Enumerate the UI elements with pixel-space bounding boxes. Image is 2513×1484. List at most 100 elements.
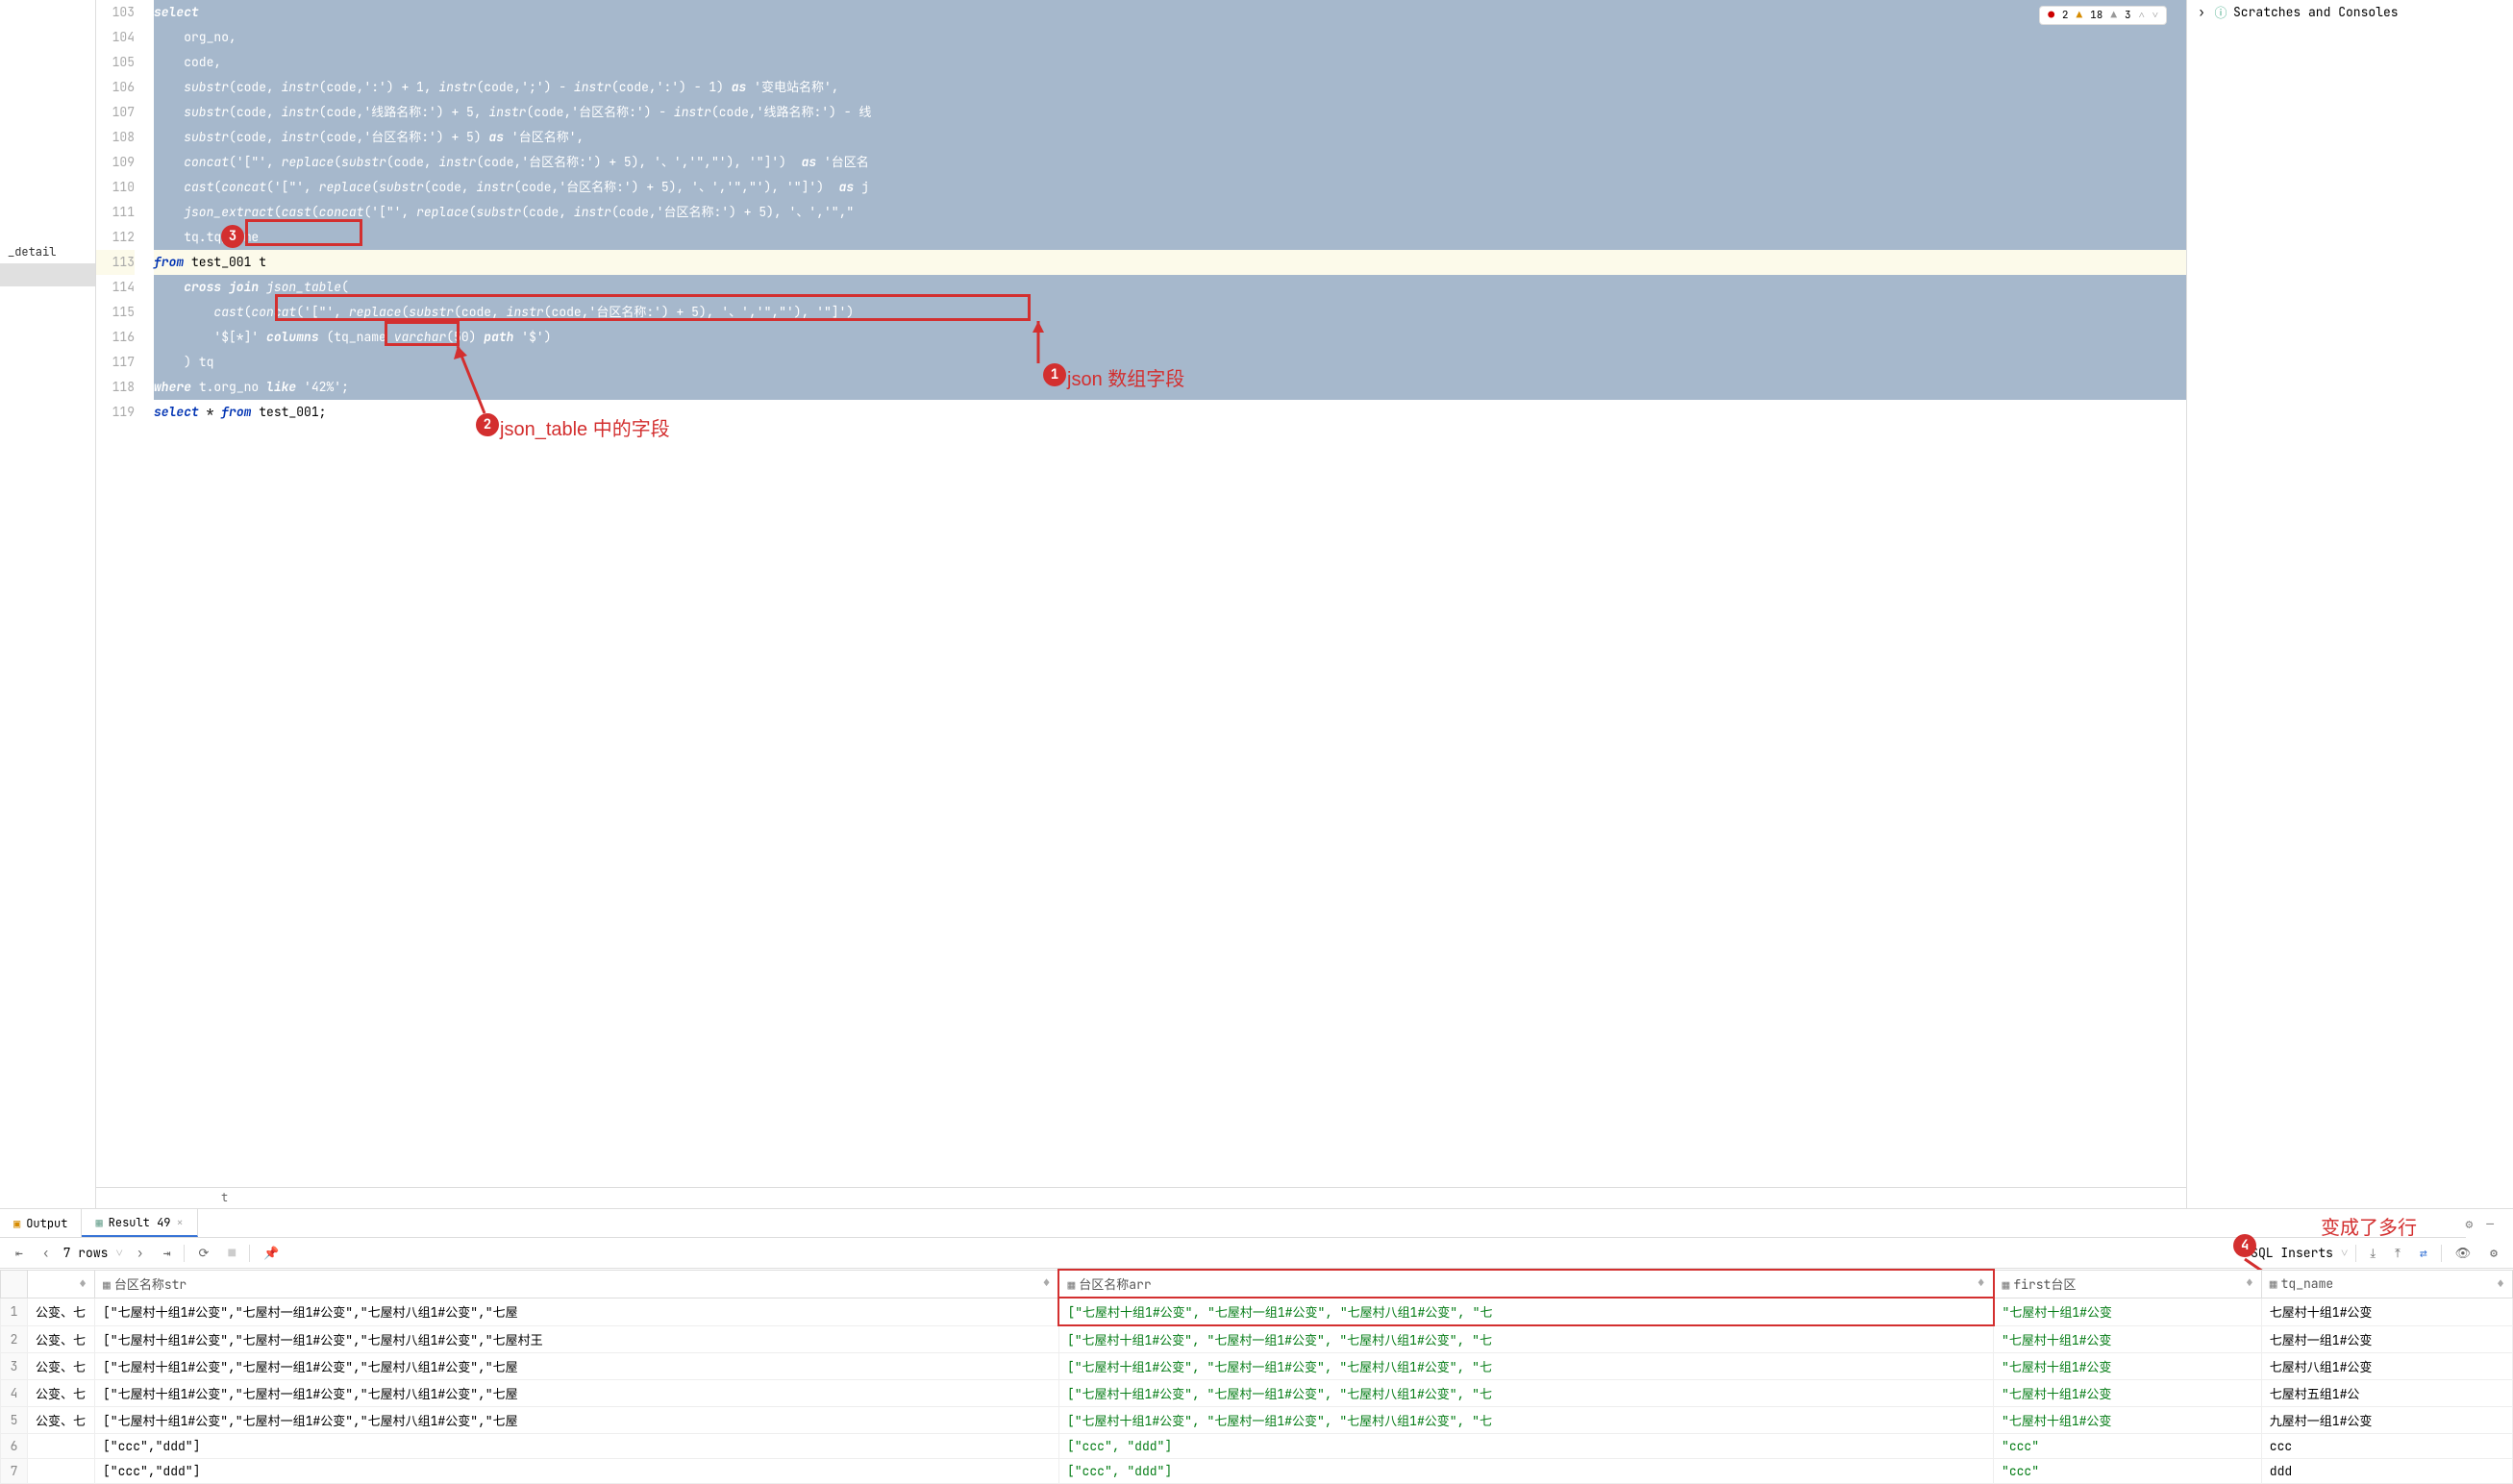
table-row[interactable]: 6["ccc","ddd"]["ccc", "ddd"]"ccc"ccc [1,1434,2513,1459]
code-line[interactable]: cast(concat('["', replace(substr(code, i… [154,175,2186,200]
cell[interactable]: "七屋村十组1#公变 [1994,1298,2262,1325]
code-line[interactable]: '$[*]' columns (tq_name varchar(50) path… [154,325,2186,350]
cell[interactable]: "七屋村十组1#公变 [1994,1325,2262,1353]
cell[interactable]: 九屋村一组1#公变 [2261,1407,2512,1434]
code-line[interactable]: substr(code, instr(code,':') + 1, instr(… [154,75,2186,100]
line-number[interactable]: 118 [96,375,135,400]
left-item-selected[interactable] [0,263,95,286]
pin-icon[interactable]: 📌 [258,1243,285,1263]
row-number[interactable]: 5 [1,1407,28,1434]
cell[interactable]: 七屋村五组1#公 [2261,1380,2512,1407]
column-header-str[interactable]: ▦台区名称str♦ [95,1270,1059,1298]
cell[interactable]: "七屋村十组1#公变 [1994,1380,2262,1407]
reload-icon[interactable]: ⟳ [192,1243,214,1263]
cell[interactable]: ["ccc","ddd"] [95,1434,1059,1459]
compare-icon[interactable]: ⇄ [2414,1243,2433,1263]
cell[interactable]: "七屋村十组1#公变 [1994,1407,2262,1434]
code-line[interactable]: select [154,0,2186,25]
line-number[interactable]: 110 [96,175,135,200]
export-icon[interactable]: ⤓ [2364,1243,2381,1263]
line-number[interactable]: 115 [96,300,135,325]
row-number[interactable]: 3 [1,1353,28,1380]
cell[interactable]: ["七屋村十组1#公变","七屋村一组1#公变","七屋村八组1#公变","七屋 [95,1380,1059,1407]
inspection-badge[interactable]: ●2 ▲18 ▲3 ˄ ˅ [2039,6,2167,25]
view-icon[interactable]: 👁 [2450,1243,2477,1263]
breadcrumb-bar[interactable]: t [96,1187,2186,1208]
cell[interactable]: "ccc" [1994,1459,2262,1484]
panel-settings-icon[interactable]: ⚙ [2466,1216,2474,1232]
line-number[interactable]: 112 [96,225,135,250]
dropdown-icon[interactable]: ˅ [115,1245,122,1261]
settings-icon[interactable]: ⚙ [2484,1243,2503,1263]
code-line[interactable]: substr(code, instr(code,'台区名称:') + 5) as… [154,125,2186,150]
column-header-arr[interactable]: ▦台区名称arr♦ [1058,1270,1993,1298]
code-line[interactable]: where t.org_no like '42%'; [154,375,2186,400]
cell[interactable]: ["ccc", "ddd"] [1058,1459,1993,1484]
output-tab[interactable]: ▣ Output [0,1209,82,1237]
next-page-icon[interactable]: › [131,1243,150,1263]
code-line[interactable]: org_no, [154,25,2186,50]
cell[interactable]: ["七屋村十组1#公变", "七屋村一组1#公变", "七屋村八组1#公变", … [1058,1407,1993,1434]
cell[interactable]: ["七屋村十组1#公变", "七屋村一组1#公变", "七屋村八组1#公变", … [1058,1353,1993,1380]
last-page-icon[interactable]: ⇥ [158,1243,177,1263]
cell[interactable]: ccc [2261,1434,2512,1459]
line-number[interactable]: 107 [96,100,135,125]
table-row[interactable]: 3公变、七["七屋村十组1#公变","七屋村一组1#公变","七屋村八组1#公变… [1,1353,2513,1380]
row-number[interactable]: 2 [1,1325,28,1353]
prev-page-icon[interactable]: ‹ [37,1243,56,1263]
result-tab[interactable]: ▦ Result 49 × [82,1209,197,1237]
row-number[interactable]: 1 [1,1298,28,1325]
table-row[interactable]: 2公变、七["七屋村十组1#公变","七屋村一组1#公变","七屋村八组1#公变… [1,1325,2513,1353]
table-row[interactable]: 4公变、七["七屋村十组1#公变","七屋村一组1#公变","七屋村八组1#公变… [1,1380,2513,1407]
table-row[interactable]: 7["ccc","ddd"]["ccc", "ddd"]"ccc"ddd [1,1459,2513,1484]
code-line[interactable]: ) tq [154,350,2186,375]
code-line[interactable]: json_extract(cast(concat('["', replace(s… [154,200,2186,225]
cell[interactable]: 七屋村一组1#公变 [2261,1325,2512,1353]
cell[interactable]: "七屋村十组1#公变 [1994,1353,2262,1380]
cell[interactable]: ["七屋村十组1#公变","七屋村一组1#公变","七屋村八组1#公变","七屋 [95,1298,1059,1325]
code-line[interactable]: cast(concat('["', replace(substr(code, i… [154,300,2186,325]
left-item-detail[interactable]: _detail [0,240,95,263]
row-number[interactable]: 7 [1,1459,28,1484]
cell[interactable]: ["七屋村十组1#公变","七屋村一组1#公变","七屋村八组1#公变","七屋… [95,1325,1059,1353]
cell[interactable]: ["七屋村十组1#公变","七屋村一组1#公变","七屋村八组1#公变","七屋 [95,1353,1059,1380]
code-editor[interactable]: 1031041051061071081091101111121131141151… [96,0,2186,1187]
prev-highlight[interactable]: ˄ [2139,9,2145,22]
line-number[interactable]: 106 [96,75,135,100]
line-number[interactable]: 114 [96,275,135,300]
cell[interactable]: ["七屋村十组1#公变","七屋村一组1#公变","七屋村八组1#公变","七屋 [95,1407,1059,1434]
line-number[interactable]: 117 [96,350,135,375]
line-number[interactable]: 119 [96,400,135,425]
line-number[interactable]: 111 [96,200,135,225]
panel-hide-icon[interactable]: — [2486,1216,2494,1232]
cell[interactable]: 公变、七 [28,1407,95,1434]
line-number[interactable]: 103 [96,0,135,25]
cell[interactable]: 七屋村十组1#公变 [2261,1298,2512,1325]
filler-column[interactable]: ♦ [28,1270,95,1298]
cell[interactable]: 七屋村八组1#公变 [2261,1353,2512,1380]
column-header-tqname[interactable]: ▦tq_name♦ [2261,1270,2512,1298]
cell[interactable] [28,1434,95,1459]
code-line[interactable]: tq.tq_name [154,225,2186,250]
close-tab-icon[interactable]: × [176,1215,183,1230]
extractor-label[interactable]: SQL Inserts [2251,1245,2333,1261]
line-number[interactable]: 108 [96,125,135,150]
code-line[interactable]: cross join json_table( [154,275,2186,300]
result-grid[interactable]: ♦ ▦台区名称str♦ ▦台区名称arr♦ ▦first台区♦ ▦tq_name… [0,1269,2513,1484]
stop-icon[interactable]: ■ [222,1243,241,1263]
cell[interactable]: ["七屋村十组1#公变", "七屋村一组1#公变", "七屋村八组1#公变", … [1058,1298,1993,1325]
cell[interactable]: ["七屋村十组1#公变", "七屋村一组1#公变", "七屋村八组1#公变", … [1058,1325,1993,1353]
line-number[interactable]: 113 [96,250,135,275]
rownum-header[interactable] [1,1270,28,1298]
code-line[interactable]: code, [154,50,2186,75]
cell[interactable] [28,1459,95,1484]
table-row[interactable]: 5公变、七["七屋村十组1#公变","七屋村一组1#公变","七屋村八组1#公变… [1,1407,2513,1434]
code-content[interactable]: select org_no, code, substr(code, instr(… [154,0,2186,1187]
line-number[interactable]: 104 [96,25,135,50]
import-icon[interactable]: ⤒ [2389,1243,2406,1263]
row-number[interactable]: 6 [1,1434,28,1459]
cell[interactable]: ["ccc","ddd"] [95,1459,1059,1484]
first-page-icon[interactable]: ⇤ [10,1243,29,1263]
cell[interactable]: "ccc" [1994,1434,2262,1459]
line-number[interactable]: 116 [96,325,135,350]
